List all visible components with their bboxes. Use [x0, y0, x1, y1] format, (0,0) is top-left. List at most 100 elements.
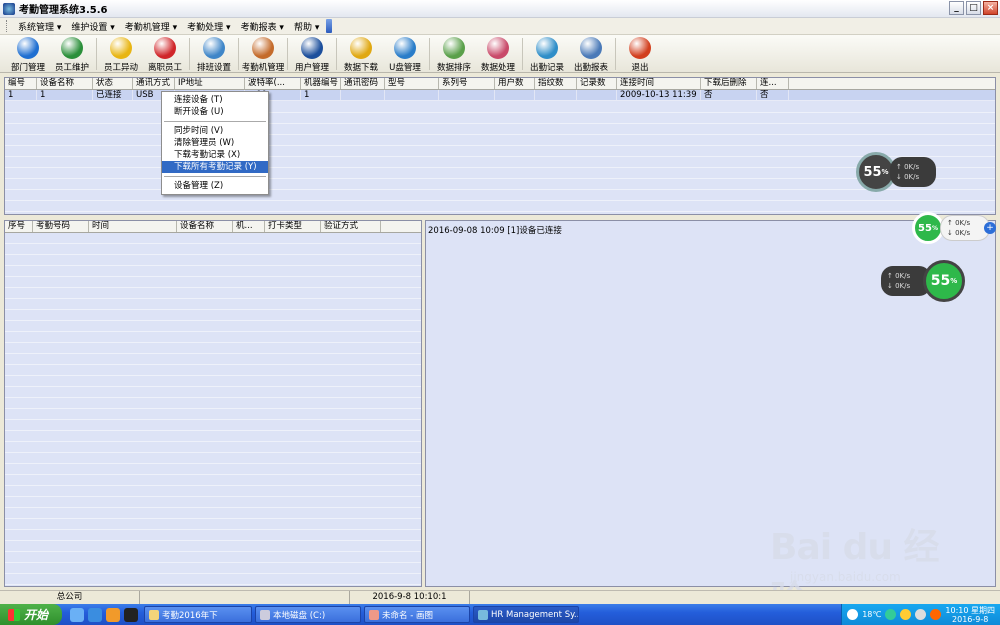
desktop-icon[interactable]	[70, 607, 84, 622]
toolbar-button-usb[interactable]: U盘管理	[383, 35, 427, 73]
column-header[interactable]: 下载后删除	[701, 78, 757, 89]
toolbar-button-red-cross[interactable]: 离职员工	[143, 35, 187, 73]
plus-icon[interactable]: +	[984, 222, 996, 234]
column-header[interactable]: 记录数	[577, 78, 617, 89]
toolbar-label: 数据排序	[436, 63, 471, 73]
toolbar-button-house[interactable]: 考勤机管理	[241, 35, 285, 73]
toolbar-button-globe[interactable]: 部门管理	[6, 35, 50, 73]
paint-icon	[369, 609, 379, 620]
column-header[interactable]: 状态	[93, 78, 133, 89]
browser-icon[interactable]	[106, 607, 120, 622]
taskbar: 开始 考勤2016年下 本地磁盘 (C:) 未命名 - 画图 HR Manage…	[0, 604, 1000, 625]
network-icon[interactable]	[885, 609, 897, 620]
speed-readout: ↑ 0K/s ↓ 0K/s	[890, 157, 936, 187]
task-button[interactable]: 本地磁盘 (C:)	[255, 606, 361, 623]
menu-item-sync-time[interactable]: 同步时间 (V)	[162, 125, 268, 137]
menu-item-disconnect[interactable]: 断开设备 (U)	[162, 106, 268, 118]
task-button-active[interactable]: HR Management Sy...	[473, 606, 579, 623]
speed-widget[interactable]: 55% ↑ 0K/s ↓ 0K/s +	[912, 212, 996, 244]
menu-device[interactable]: 考勤机管理 ▾	[120, 20, 182, 33]
toolbar-button-people[interactable]: 员工维护	[50, 35, 94, 73]
column-header[interactable]: 考勤号码	[33, 221, 89, 232]
menu-item-device-manage[interactable]: 设备管理 (Z)	[162, 180, 268, 192]
column-header[interactable]: 序号	[5, 221, 33, 232]
table-row[interactable]: 11已连接USB...0012009-10-13 11:39否否	[5, 90, 995, 101]
column-header[interactable]: 通讯方式	[133, 78, 175, 89]
toolbar-button-process[interactable]: 数据处理	[476, 35, 520, 73]
toolbar-separator	[336, 38, 337, 70]
column-header[interactable]: 通讯密码	[341, 78, 385, 89]
horizontal-splitter[interactable]	[0, 215, 1000, 219]
baidu-watermark: Bai du 经验 jingyan.baidu.com	[770, 518, 970, 620]
column-header[interactable]: 时间	[89, 221, 177, 232]
task-button[interactable]: 考勤2016年下	[144, 606, 252, 623]
device-table: 编号 设备名称 状态 通讯方式 IP地址 波特率(... 机器编号 通讯密码 型号 系列号 用户数指…	[4, 77, 996, 215]
menu-processing[interactable]: 考勤处理 ▾	[182, 20, 235, 33]
menu-system[interactable]: 系统管理 ▾	[13, 20, 66, 33]
temperature: 18℃	[862, 610, 882, 619]
download-speed: ↓ 0K/s	[947, 229, 971, 237]
task-button[interactable]: 未命名 - 画图	[364, 606, 470, 623]
column-header[interactable]: 验证方式	[321, 221, 381, 232]
speed-widget[interactable]: 55% ↑ 0K/s ↓ 0K/s	[856, 152, 936, 192]
column-header[interactable]: 波特率(...	[245, 78, 301, 89]
menu-item-clear-admin[interactable]: 清除管理员 (W)	[162, 137, 268, 149]
menu-item-download-all-records[interactable]: 下载所有考勤记录 (Y)	[162, 161, 268, 173]
start-button[interactable]: 开始	[0, 604, 62, 625]
report-icon	[580, 37, 602, 59]
ie-icon[interactable]	[88, 607, 102, 622]
volume-icon[interactable]	[915, 609, 927, 620]
table-cell: 1	[5, 90, 37, 100]
column-header[interactable]: 连接时间	[617, 78, 701, 89]
column-header[interactable]: IP地址	[175, 78, 245, 89]
window-title: 考勤管理系统3.5.6	[19, 5, 108, 16]
app-icon	[3, 2, 15, 15]
toolbar-button-download[interactable]: 数据下载	[339, 35, 383, 73]
toolbar-button-schedule[interactable]: 排班设置	[192, 35, 236, 73]
column-header[interactable]: 系列号	[439, 78, 495, 89]
column-header[interactable]: 指纹数	[535, 78, 577, 89]
toolbar-label: 数据下载	[343, 63, 378, 73]
security-icon[interactable]	[900, 609, 912, 620]
update-icon[interactable]	[930, 609, 942, 620]
column-header[interactable]: 用户数	[495, 78, 535, 89]
toolbar-button-user-globe[interactable]: 用户管理	[290, 35, 334, 73]
clock[interactable]: 10:10 星期四 2016-9-8	[945, 606, 995, 624]
menu-item-download-records[interactable]: 下载考勤记录 (X)	[162, 149, 268, 161]
menu-chevron-icon[interactable]	[326, 19, 333, 33]
close-button[interactable]: ×	[983, 1, 998, 15]
qq-icon[interactable]	[124, 607, 138, 622]
menu-help[interactable]: 帮助 ▾	[289, 20, 324, 33]
toolbar-button-smiley[interactable]: 员工异动	[99, 35, 143, 73]
column-header[interactable]: 型号	[385, 78, 439, 89]
column-header[interactable]: 打卡类型	[265, 221, 321, 232]
table-cell	[439, 90, 495, 100]
column-header[interactable]: 设备名称	[37, 78, 93, 89]
column-header[interactable]: 机器编号	[301, 78, 341, 89]
toolbar-button-exit[interactable]: 退出	[618, 35, 662, 73]
menu-separator	[164, 121, 266, 122]
weather-icon[interactable]	[847, 609, 859, 620]
speed-readout: ↑ 0K/s ↓ 0K/s	[940, 215, 990, 241]
maximize-button[interactable]: □	[966, 1, 981, 15]
download-speed: ↓ 0K/s	[896, 173, 920, 181]
column-header[interactable]: 机...	[233, 221, 265, 232]
column-header[interactable]: 编号	[5, 78, 37, 89]
toolbar-button-gear[interactable]: 出勤记录	[525, 35, 569, 73]
toolbar: 部门管理 员工维护 员工异动 离职员工 排班设置 考勤机管理 用户管理 数据下载 U盘管理 数据排…	[0, 35, 1000, 73]
percent-value: 55	[918, 222, 932, 234]
speed-widget[interactable]: ↑ 0K/s ↓ 0K/s 55%	[881, 260, 965, 302]
toolbar-separator	[238, 38, 239, 70]
usb-icon	[394, 37, 416, 59]
column-header[interactable]: 连...	[757, 78, 789, 89]
menu-reports[interactable]: 考勤报表 ▾	[236, 20, 289, 33]
column-header[interactable]: 设备名称	[177, 221, 233, 232]
windows-flag-icon	[8, 608, 20, 621]
menu-maintenance[interactable]: 维护设置 ▾	[66, 20, 119, 33]
minimize-button[interactable]: _	[949, 1, 964, 15]
toolbar-button-sort[interactable]: 数据排序	[432, 35, 476, 73]
sort-icon	[443, 37, 465, 59]
menu-item-connect[interactable]: 连接设备 (T)	[162, 94, 268, 106]
toolbar-button-report[interactable]: 出勤报表	[569, 35, 613, 73]
record-table-header: 序号 考勤号码 时间 设备名称 机... 打卡类型 验证方式	[5, 221, 421, 233]
